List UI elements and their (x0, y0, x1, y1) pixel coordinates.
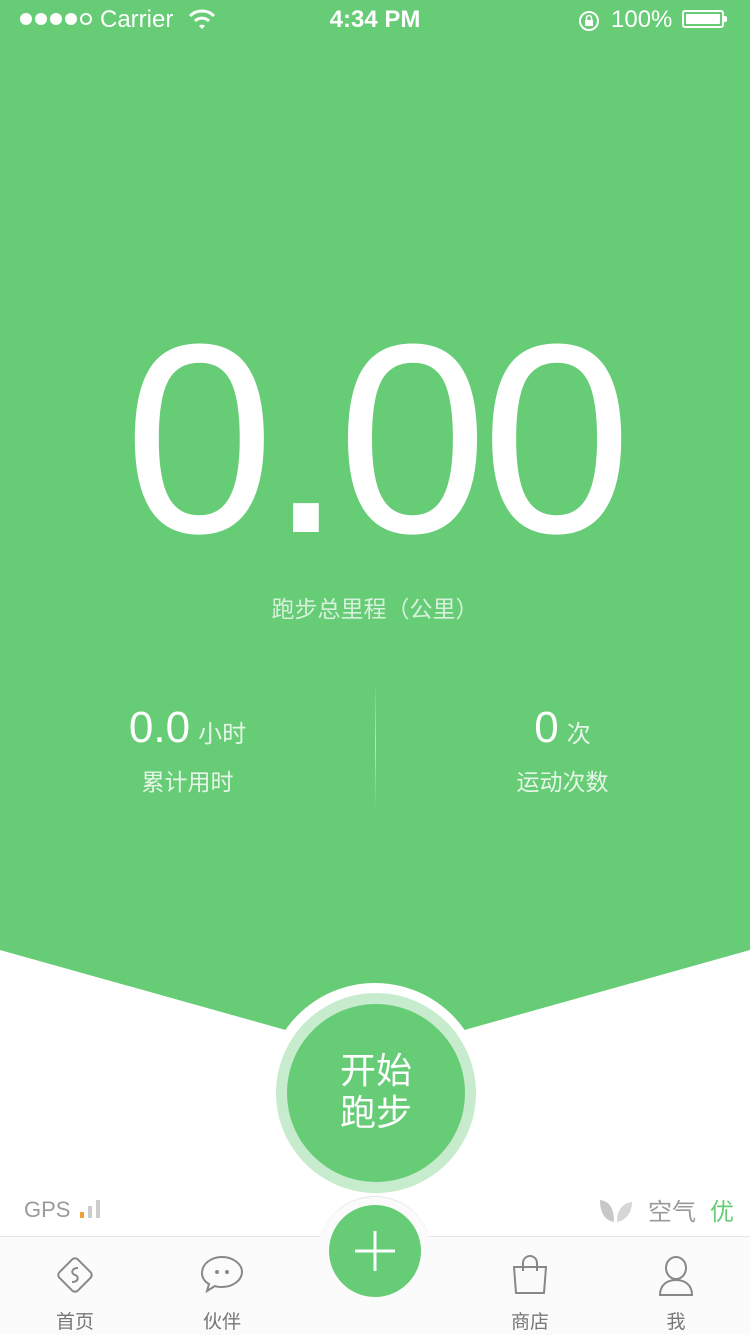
status-bar: Carrier 4:34 PM 100% (0, 0, 750, 40)
air-quality-value: 优 (710, 1198, 734, 1226)
gps-label: GPS (24, 1197, 71, 1222)
total-distance-value: 0.00 (124, 289, 632, 590)
tab-partner[interactable]: 伙伴 (147, 1237, 297, 1335)
plus-icon (355, 1231, 395, 1271)
air-quality-label: 空气 (648, 1198, 696, 1226)
gps-signal-icon (80, 1200, 100, 1218)
duration-label: 累计用时 (141, 770, 234, 796)
workout-count-label: 运动次数 (516, 770, 609, 796)
workout-count-stat: 0次 运动次数 (375, 703, 750, 797)
duration-stat: 0.0 小时 累计用时 (0, 703, 375, 797)
tab-shop-label: 商店 (510, 1311, 549, 1333)
shopping-bag-icon (512, 1255, 548, 1294)
battery-icon (682, 10, 727, 28)
tab-home[interactable]: 首页 (0, 1237, 150, 1335)
start-run-button[interactable]: 开始 跑步 (287, 1004, 465, 1182)
duration-value: 0.0 (128, 703, 191, 752)
tab-me-label: 我 (666, 1311, 686, 1333)
total-distance-label: 跑步总里程（公里） (271, 597, 479, 623)
air-quality: 空气 优 (598, 1192, 734, 1227)
tab-me[interactable]: 我 (601, 1237, 750, 1335)
home-icon (57, 1257, 93, 1293)
battery-percent: 100% (611, 6, 673, 33)
workout-count-unit: 次 (566, 720, 591, 748)
start-button-line2: 跑步 (339, 1093, 412, 1134)
duration-unit: 小时 (198, 720, 247, 748)
leaf-icon (600, 1199, 632, 1222)
user-icon (658, 1256, 694, 1296)
add-button[interactable] (329, 1205, 421, 1297)
rotation-lock-icon (579, 11, 599, 31)
tab-partner-label: 伙伴 (202, 1311, 241, 1333)
workout-count-value: 0 (534, 703, 559, 752)
tab-home-label: 首页 (55, 1311, 94, 1333)
tab-shop[interactable]: 商店 (455, 1237, 605, 1335)
chat-bubble-icon (200, 1255, 244, 1294)
start-button-line1: 开始 (339, 1051, 412, 1092)
